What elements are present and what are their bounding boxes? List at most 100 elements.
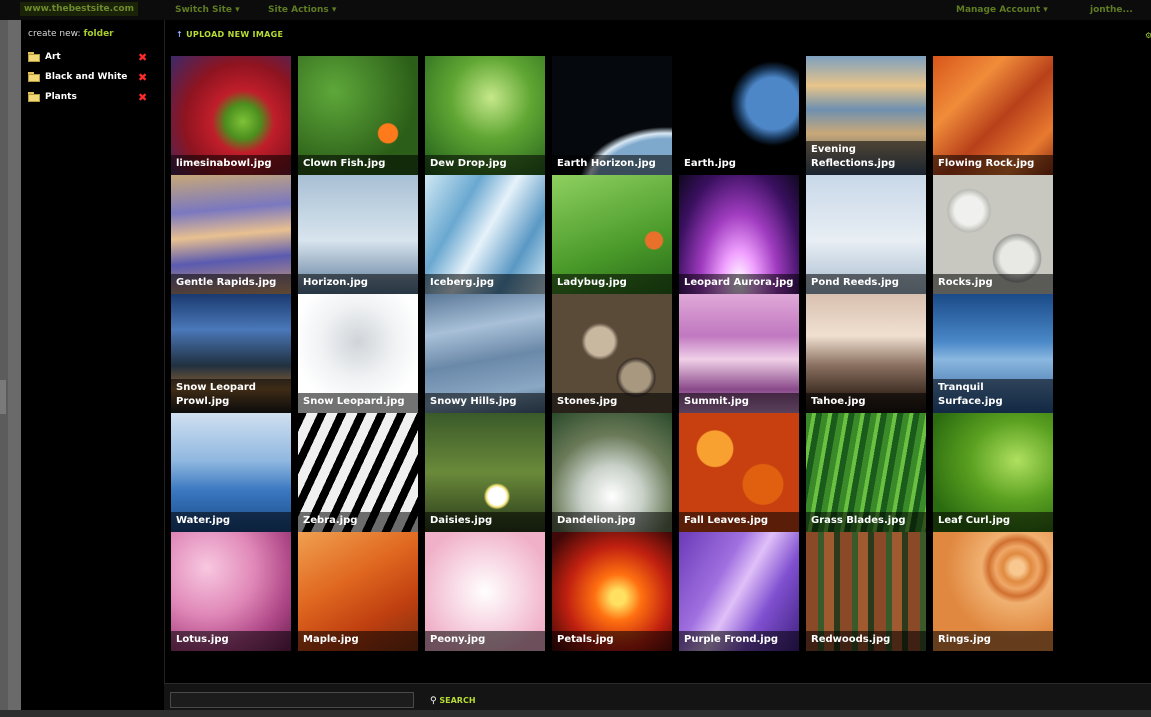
image-caption: Gentle Rapids.jpg xyxy=(171,274,291,294)
switch-site-menu[interactable]: Switch Site ▾ xyxy=(175,3,240,17)
image-caption: limesinabowl.jpg xyxy=(171,155,291,175)
image-tile[interactable]: Earth.jpg xyxy=(679,56,799,175)
image-caption: Stones.jpg xyxy=(552,393,672,413)
image-tile[interactable]: Leaf Curl.jpg xyxy=(933,413,1053,532)
image-tile[interactable]: Snow Leopard.jpg xyxy=(298,294,418,413)
image-caption: Rocks.jpg xyxy=(933,274,1053,294)
image-tile[interactable]: Peony.jpg xyxy=(425,532,545,651)
image-tile[interactable]: Snowy Hills.jpg xyxy=(425,294,545,413)
upload-new-image-button[interactable]: ↑ UPLOAD NEW IMAGE xyxy=(176,30,283,39)
image-caption: Purple Frond.jpg xyxy=(679,631,799,651)
folder-item-art[interactable]: Art ✖ xyxy=(28,51,158,72)
site-url[interactable]: www.thebestsite.com xyxy=(20,2,138,16)
resize-handle[interactable] xyxy=(0,380,6,414)
image-caption: Clown Fish.jpg xyxy=(298,155,418,175)
image-tile[interactable]: Snow Leopard Prowl.jpg xyxy=(171,294,291,413)
manage-account-label: Manage Account xyxy=(956,5,1041,15)
image-caption: Horizon.jpg xyxy=(298,274,418,294)
image-tile[interactable]: Dew Drop.jpg xyxy=(425,56,545,175)
search-input[interactable] xyxy=(170,692,414,708)
image-tile[interactable]: Summit.jpg xyxy=(679,294,799,413)
folder-name: Plants xyxy=(45,92,77,102)
image-tile[interactable]: Fall Leaves.jpg xyxy=(679,413,799,532)
site-actions-menu[interactable]: Site Actions ▾ xyxy=(268,3,336,17)
image-tile[interactable]: Clown Fish.jpg xyxy=(298,56,418,175)
left-gutter xyxy=(0,0,8,717)
bottom-edge xyxy=(0,710,1151,717)
user-menu[interactable]: jonthe... xyxy=(1090,3,1133,17)
create-folder-link[interactable]: folder xyxy=(83,29,113,39)
image-caption: Grass Blades.jpg xyxy=(806,512,926,532)
image-caption: Snowy Hills.jpg xyxy=(425,393,545,413)
image-caption: Fall Leaves.jpg xyxy=(679,512,799,532)
image-tile[interactable]: Earth Horizon.jpg xyxy=(552,56,672,175)
image-tile[interactable]: Flowing Rock.jpg xyxy=(933,56,1053,175)
image-tile[interactable]: Grass Blades.jpg xyxy=(806,413,926,532)
image-caption: Peony.jpg xyxy=(425,631,545,651)
switch-site-label: Switch Site xyxy=(175,5,233,15)
site-actions-label: Site Actions xyxy=(268,5,329,15)
manage-account-menu[interactable]: Manage Account ▾ xyxy=(956,3,1048,17)
image-caption: Rings.jpg xyxy=(933,631,1053,651)
image-caption: Leopard Aurora.jpg xyxy=(679,274,799,294)
image-caption: Tranquil Surface.jpg xyxy=(933,379,1053,413)
image-tile[interactable]: Leopard Aurora.jpg xyxy=(679,175,799,294)
folder-list: Art ✖ Black and White ✖ Plants ✖ xyxy=(28,51,158,112)
image-caption: Redwoods.jpg xyxy=(806,631,926,651)
image-tile[interactable]: Horizon.jpg xyxy=(298,175,418,294)
image-caption: Zebra.jpg xyxy=(298,512,418,532)
delete-folder-icon[interactable]: ✖ xyxy=(138,91,147,104)
image-tile[interactable]: Lotus.jpg xyxy=(171,532,291,651)
username-label: jonthe... xyxy=(1090,5,1133,15)
image-tile[interactable]: Gentle Rapids.jpg xyxy=(171,175,291,294)
delete-folder-icon[interactable]: ✖ xyxy=(138,51,147,64)
image-caption: Ladybug.jpg xyxy=(552,274,672,294)
image-caption: Water.jpg xyxy=(171,512,291,532)
image-tile[interactable]: Water.jpg xyxy=(171,413,291,532)
image-caption: Leaf Curl.jpg xyxy=(933,512,1053,532)
folder-name: Art xyxy=(45,52,61,62)
image-tile[interactable]: Stones.jpg xyxy=(552,294,672,413)
image-tile[interactable]: Rocks.jpg xyxy=(933,175,1053,294)
image-tile[interactable]: Iceberg.jpg xyxy=(425,175,545,294)
image-tile[interactable]: Petals.jpg xyxy=(552,532,672,651)
create-new: create new: folder xyxy=(28,29,114,39)
image-caption: Flowing Rock.jpg xyxy=(933,155,1053,175)
folder-item-plants[interactable]: Plants ✖ xyxy=(28,91,158,112)
image-tile[interactable]: limesinabowl.jpg xyxy=(171,56,291,175)
image-tile[interactable]: Pond Reeds.jpg xyxy=(806,175,926,294)
image-tile[interactable]: Tahoe.jpg xyxy=(806,294,926,413)
image-caption: Snow Leopard Prowl.jpg xyxy=(171,379,291,413)
search-button[interactable]: ⚲ SEARCH xyxy=(430,696,476,706)
image-tile[interactable]: Redwoods.jpg xyxy=(806,532,926,651)
image-tile[interactable]: Daisies.jpg xyxy=(425,413,545,532)
image-tile[interactable]: Zebra.jpg xyxy=(298,413,418,532)
image-tile[interactable]: Maple.jpg xyxy=(298,532,418,651)
image-grid: limesinabowl.jpg Clown Fish.jpg Dew Drop.j… xyxy=(171,56,1055,652)
image-tile[interactable]: Tranquil Surface.jpg xyxy=(933,294,1053,413)
create-new-label: create new: xyxy=(28,29,81,39)
folder-icon xyxy=(28,72,40,82)
image-caption: Iceberg.jpg xyxy=(425,274,545,294)
top-bar: www.thebestsite.com Switch Site ▾ Site A… xyxy=(0,0,1151,20)
image-caption: Dew Drop.jpg xyxy=(425,155,545,175)
image-caption: Earth Horizon.jpg xyxy=(552,155,672,175)
folder-icon xyxy=(28,52,40,62)
image-caption: Snow Leopard.jpg xyxy=(298,393,418,413)
folder-name: Black and White xyxy=(45,72,128,82)
image-tile[interactable]: Evening Reflections.jpg xyxy=(806,56,926,175)
sidebar: create new: folder Art ✖ Black and White… xyxy=(21,20,165,710)
image-caption: Daisies.jpg xyxy=(425,512,545,532)
upload-label: UPLOAD NEW IMAGE xyxy=(186,30,284,39)
image-caption: Summit.jpg xyxy=(679,393,799,413)
image-tile[interactable]: Ladybug.jpg xyxy=(552,175,672,294)
folder-item-black-and-white[interactable]: Black and White ✖ xyxy=(28,71,158,92)
delete-folder-icon[interactable]: ✖ xyxy=(138,71,147,84)
options-icon[interactable]: ⚙ xyxy=(1145,31,1151,40)
image-caption: Evening Reflections.jpg xyxy=(806,141,926,175)
image-tile[interactable]: Dandelion.jpg xyxy=(552,413,672,532)
image-tile[interactable]: Purple Frond.jpg xyxy=(679,532,799,651)
upload-arrow-icon: ↑ xyxy=(176,30,184,39)
image-tile[interactable]: Rings.jpg xyxy=(933,532,1053,651)
image-caption: Earth.jpg xyxy=(679,155,799,175)
